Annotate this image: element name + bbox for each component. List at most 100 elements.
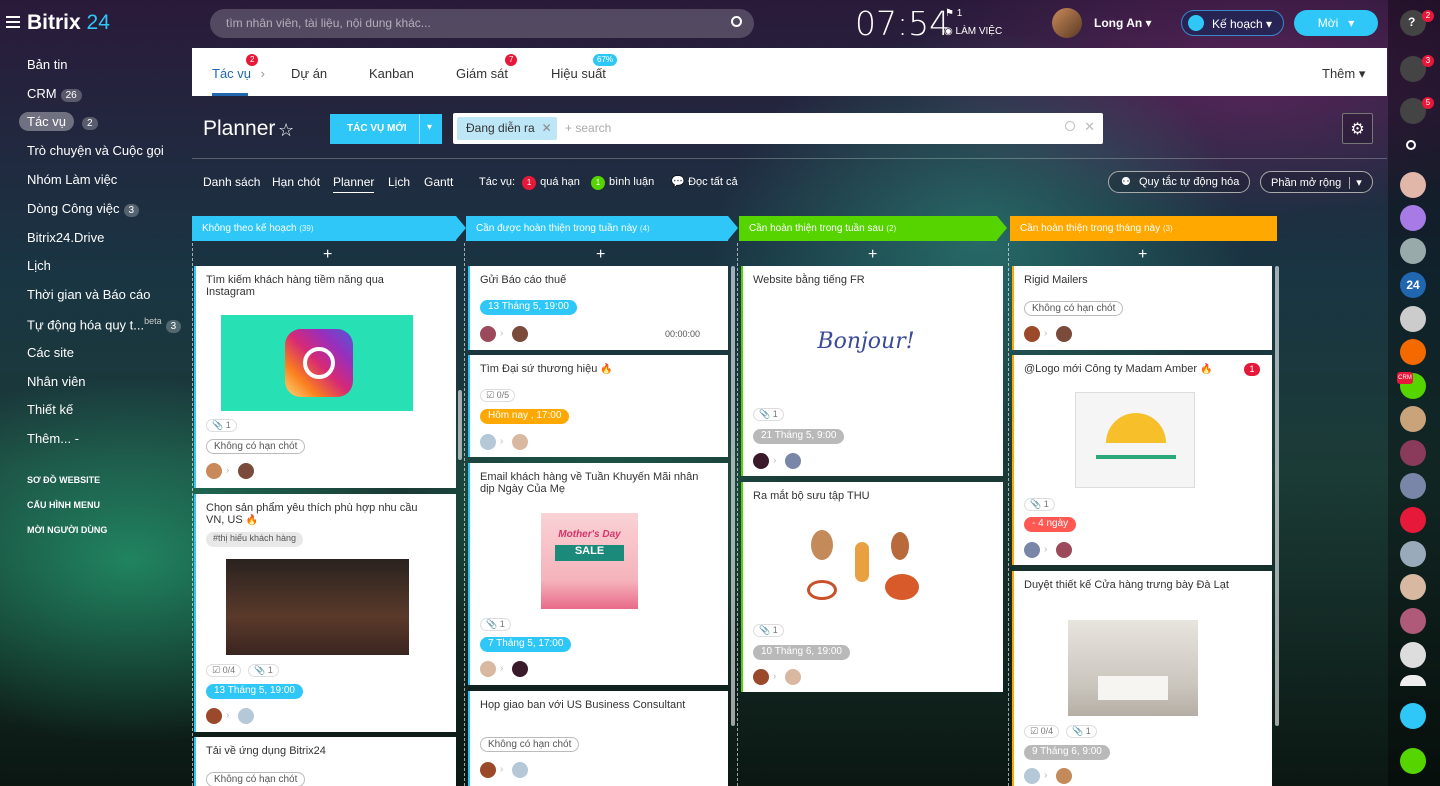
search-input[interactable]: tìm nhân viên, tài liệu, nội dung khác..… [210,9,754,38]
filter-search-input[interactable]: + search [565,121,611,135]
no-deadline-tag[interactable]: Không có hạn chót [480,737,580,752]
avatar[interactable] [480,661,496,677]
avatar[interactable] [1400,339,1426,365]
task-card[interactable]: Rigid Mailers Không có hạn chót › [1012,266,1272,350]
task-title[interactable]: Chọn sản phẩm yêu thích phù hợp nhu cầu … [206,502,426,527]
configure-menu-link[interactable]: CẤU HÌNH MENU [27,500,100,510]
filter-search[interactable]: Đang diễn ra ✕ + search ✕ [453,113,1103,144]
task-title[interactable]: Tải về ứng dụng Bitrix24 [206,745,426,757]
task-title[interactable]: Ra mắt bộ sưu tập THU [753,490,973,502]
avatar[interactable] [753,453,769,469]
task-title[interactable]: Gửi Báo cáo thuế [480,274,700,286]
avatar[interactable] [1056,542,1072,558]
tab-more[interactable]: Thêm ▾ [1322,66,1365,82]
avatar[interactable] [1400,406,1426,432]
avatar[interactable] [1400,642,1426,668]
no-deadline-tag[interactable]: Không có hạn chót [206,772,306,786]
avatar[interactable] [1024,542,1040,558]
phone-icon[interactable] [1400,748,1426,774]
task-title[interactable]: Email khách hàng về Tuần Khuyến Mãi nhân… [480,471,700,495]
avatar[interactable] [480,434,496,450]
bitrix24-icon[interactable]: 24 [1400,272,1426,298]
task-title[interactable]: Họp giao ban với US Business Consultant [480,699,700,711]
sidebar-item-workflows[interactable]: Dòng Công việc 3 [27,201,140,217]
comment-badge[interactable]: 1 [1244,363,1260,376]
task-title[interactable]: Rigid Mailers [1024,274,1244,286]
avatar[interactable] [206,463,222,479]
avatar[interactable] [1052,8,1082,38]
avatar[interactable] [238,708,254,724]
sidebar-item-employees[interactable]: Nhân viên [27,374,86,389]
automation-rules-button[interactable]: ⚉ Quy tắc tự động hóa [1108,171,1251,193]
task-title[interactable]: @Logo mới Công ty Madam Amber 🔥 [1024,363,1244,376]
avatar[interactable] [1400,306,1426,332]
task-title[interactable]: Tìm kiếm khách hàng tiềm năng qua Instag… [206,274,426,298]
sidebar-item-calendar[interactable]: Lịch [27,258,51,273]
clock[interactable]: 07:54 [855,4,950,43]
avatar[interactable] [1400,675,1426,686]
gear-icon[interactable]: ⚙ [1342,113,1373,144]
avatar[interactable] [512,434,528,450]
avatar[interactable] [1400,440,1426,466]
remove-chip-icon[interactable]: ✕ [542,121,552,135]
avatar[interactable] [785,669,801,685]
add-task-button[interactable]: + [1138,246,1147,264]
sidebar-item-chat[interactable]: Trò chuyện và Cuộc gọi [27,143,164,158]
tab-efficiency[interactable]: Hiệu suất [551,66,606,81]
hashtag[interactable]: #thị hiếu khách hàng [206,532,304,547]
avatar[interactable] [1400,541,1426,567]
deadline-badge[interactable]: Hôm nay , 17:00 [480,409,570,424]
avatar[interactable] [785,453,801,469]
tab-kanban[interactable]: Kanban [369,66,414,81]
view-planner[interactable]: Planner [333,175,375,193]
task-card[interactable]: Tải về ứng dụng Bitrix24 Không có hạn ch… [194,737,456,786]
extensions-button[interactable]: Phần mở rộng ▾ [1260,171,1373,193]
tab-tasks[interactable]: Tác vụ › [212,66,265,81]
scrollbar[interactable] [1275,266,1279,726]
view-list[interactable]: Danh sách [203,175,260,189]
avatar[interactable] [480,762,496,778]
avatar[interactable] [1400,205,1426,231]
view-deadline[interactable]: Hạn chót [272,175,320,189]
task-card[interactable]: Ra mắt bộ sưu tập THU 📎 1 10 Tháng 6, 19… [741,482,1003,692]
invite-button[interactable]: Mời ▾ [1294,10,1378,36]
task-card[interactable]: Website bằng tiếng FR Bonjour! 📎 1 21 Th… [741,266,1003,476]
avatar[interactable] [1400,238,1426,264]
no-deadline-tag[interactable]: Không có hạn chót [1024,301,1124,316]
avatar[interactable] [1400,574,1426,600]
invite-users-link[interactable]: MỜI NGƯỜI DÙNG [27,525,107,535]
task-card[interactable]: Gửi Báo cáo thuế 13 Tháng 5, 19:00 › 00:… [468,266,728,350]
app-logo[interactable]: Bitrix 24 [27,11,110,35]
work-status[interactable]: ◉ LÀM VIỆC [944,26,1002,37]
avatar[interactable] [480,326,496,342]
tab-supervision[interactable]: Giám sát [456,66,508,81]
avatar[interactable] [753,669,769,685]
avatar[interactable] [512,326,528,342]
scrollbar[interactable] [731,266,735,726]
add-task-button[interactable]: + [323,246,332,264]
task-card[interactable]: Chọn sản phẩm yêu thích phù hợp nhu cầu … [194,494,456,732]
avatar[interactable] [512,762,528,778]
task-card[interactable]: Họp giao ban với US Business Consultant … [468,691,728,786]
sidebar-item-time-reports[interactable]: Thời gian và Báo cáo [27,287,150,302]
sidebar-item-drive[interactable]: Bitrix24.Drive [27,230,104,245]
task-card[interactable]: Email khách hàng về Tuần Khuyến Mãi nhân… [468,463,728,685]
clear-icon[interactable]: ✕ [1084,119,1095,135]
new-task-dropdown[interactable]: ▾ [419,114,442,144]
sidebar-item-more[interactable]: Thêm... - [27,431,79,446]
comments-label[interactable]: bình luận [609,176,654,188]
view-calendar[interactable]: Lịch [388,175,410,189]
sidebar-item-crm[interactable]: CRM 26 [27,86,82,102]
no-deadline-tag[interactable]: Không có hạn chót [206,439,306,454]
avatar[interactable] [206,708,222,724]
avatar[interactable] [1400,172,1426,198]
filter-chip[interactable]: Đang diễn ra ✕ [457,117,557,140]
deadline-badge[interactable]: 13 Tháng 5, 19:00 [206,684,303,699]
sidebar-item-design[interactable]: Thiết kế [27,402,73,417]
new-task-button[interactable]: TÁC VỤ MỚI ▾ [330,114,442,144]
sidebar-item-sites[interactable]: Các site [27,345,74,360]
deadline-badge[interactable]: 13 Tháng 5, 19:00 [480,300,577,315]
deadline-badge[interactable]: 7 Tháng 5, 17:00 [480,637,572,652]
star-icon[interactable]: ☆ [278,120,294,141]
avatar[interactable] [1400,608,1426,634]
